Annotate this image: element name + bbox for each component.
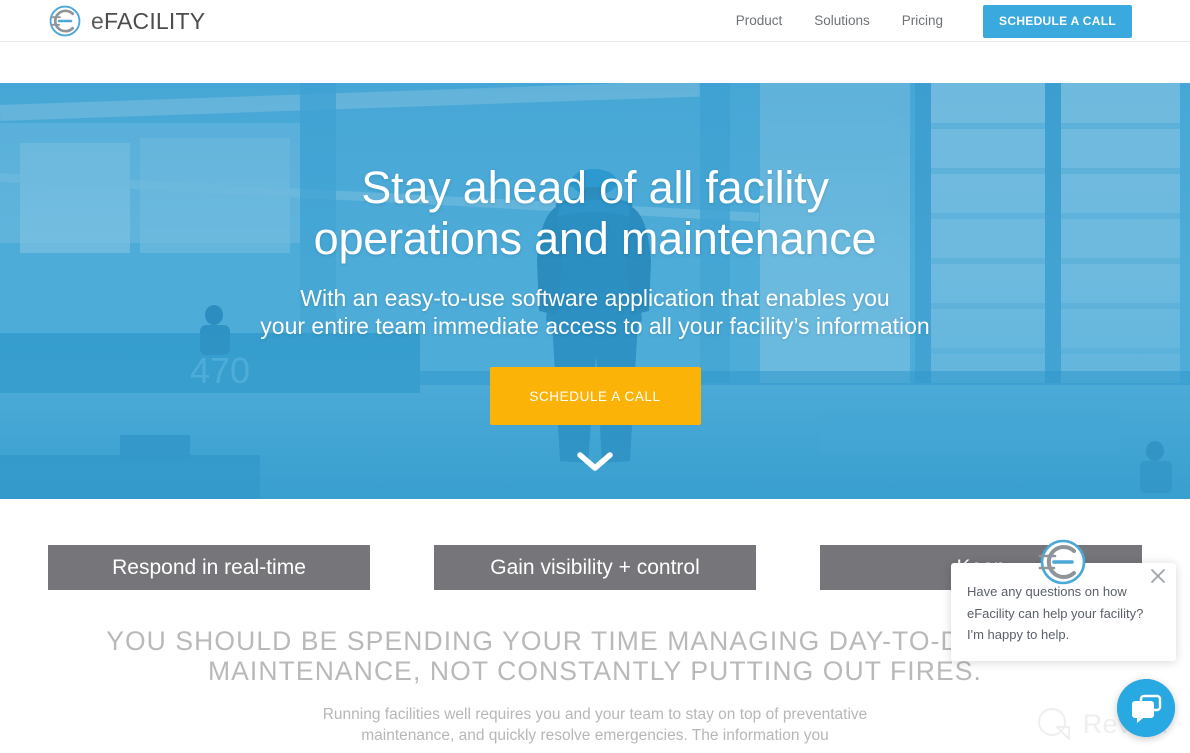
page-root: eFACILITY Product Solutions Pricing SCHE… [0, 0, 1190, 753]
section-body-line1: Running facilities well requires you and… [322, 706, 868, 723]
hero-schedule-a-call-button[interactable]: SCHEDULE A CALL [489, 367, 701, 425]
section-body-line2: maintenance, and quickly resolve emergen… [361, 727, 829, 744]
hero-subheadline-line1: With an easy-to-use software application… [300, 285, 890, 311]
hero-headline: Stay ahead of all facility operations an… [115, 162, 1075, 264]
brand-name-prefix: e [91, 7, 104, 34]
hero-headline-line2: operations and maintenance [313, 213, 877, 264]
close-icon[interactable] [1147, 565, 1169, 587]
nav-item-pricing[interactable]: Pricing [886, 0, 959, 42]
efacility-circle-logo-icon [48, 4, 82, 38]
brand-logo-link[interactable]: eFACILITY [48, 0, 205, 42]
chat-message-line3: I'm happy to help. [967, 627, 1070, 642]
main-navigation: Product Solutions Pricing SCHEDULE A CAL… [720, 0, 1132, 42]
chat-greeting-popup: Have any questions on how eFacility can … [951, 539, 1176, 661]
feature-bar-gain-visibility-control[interactable]: Gain visibility + control [434, 545, 756, 590]
chat-message-line2: eFacility can help your facility? [967, 605, 1144, 621]
brand-name: eFACILITY [91, 7, 206, 34]
chat-greeting-message: Have any questions on how eFacility can … [967, 581, 1162, 646]
nav-item-solutions[interactable]: Solutions [798, 0, 886, 42]
brand-name-main: FACILITY [104, 7, 206, 34]
efacility-circle-logo-icon [1038, 537, 1088, 587]
header-schedule-a-call-button[interactable]: SCHEDULE A CALL [983, 4, 1132, 38]
section-heading-line2: MAINTENANCE, NOT CONSTANTLY PUTTING OUT … [207, 656, 983, 686]
hero-headline-line1: Stay ahead of all facility [361, 162, 829, 213]
chat-launcher-button[interactable] [1117, 679, 1175, 737]
feature-bar-respond-in-real-time[interactable]: Respond in real-time [48, 545, 370, 590]
chevron-down-icon[interactable] [574, 449, 616, 475]
revain-logo-icon [1033, 703, 1075, 745]
hero-subheadline-line2: your entire team immediate access to all… [260, 313, 930, 339]
nav-item-product[interactable]: Product [720, 0, 799, 42]
site-header: eFACILITY Product Solutions Pricing SCHE… [0, 0, 1190, 42]
hero-section: 470 [0, 83, 1190, 499]
section-heading-line1: YOU SHOULD BE SPENDING YOUR TIME MANAGIN… [106, 626, 1084, 656]
hero-subheadline: With an easy-to-use software application… [145, 284, 1045, 340]
section-body-text: Running facilities well requires you and… [0, 704, 1190, 746]
